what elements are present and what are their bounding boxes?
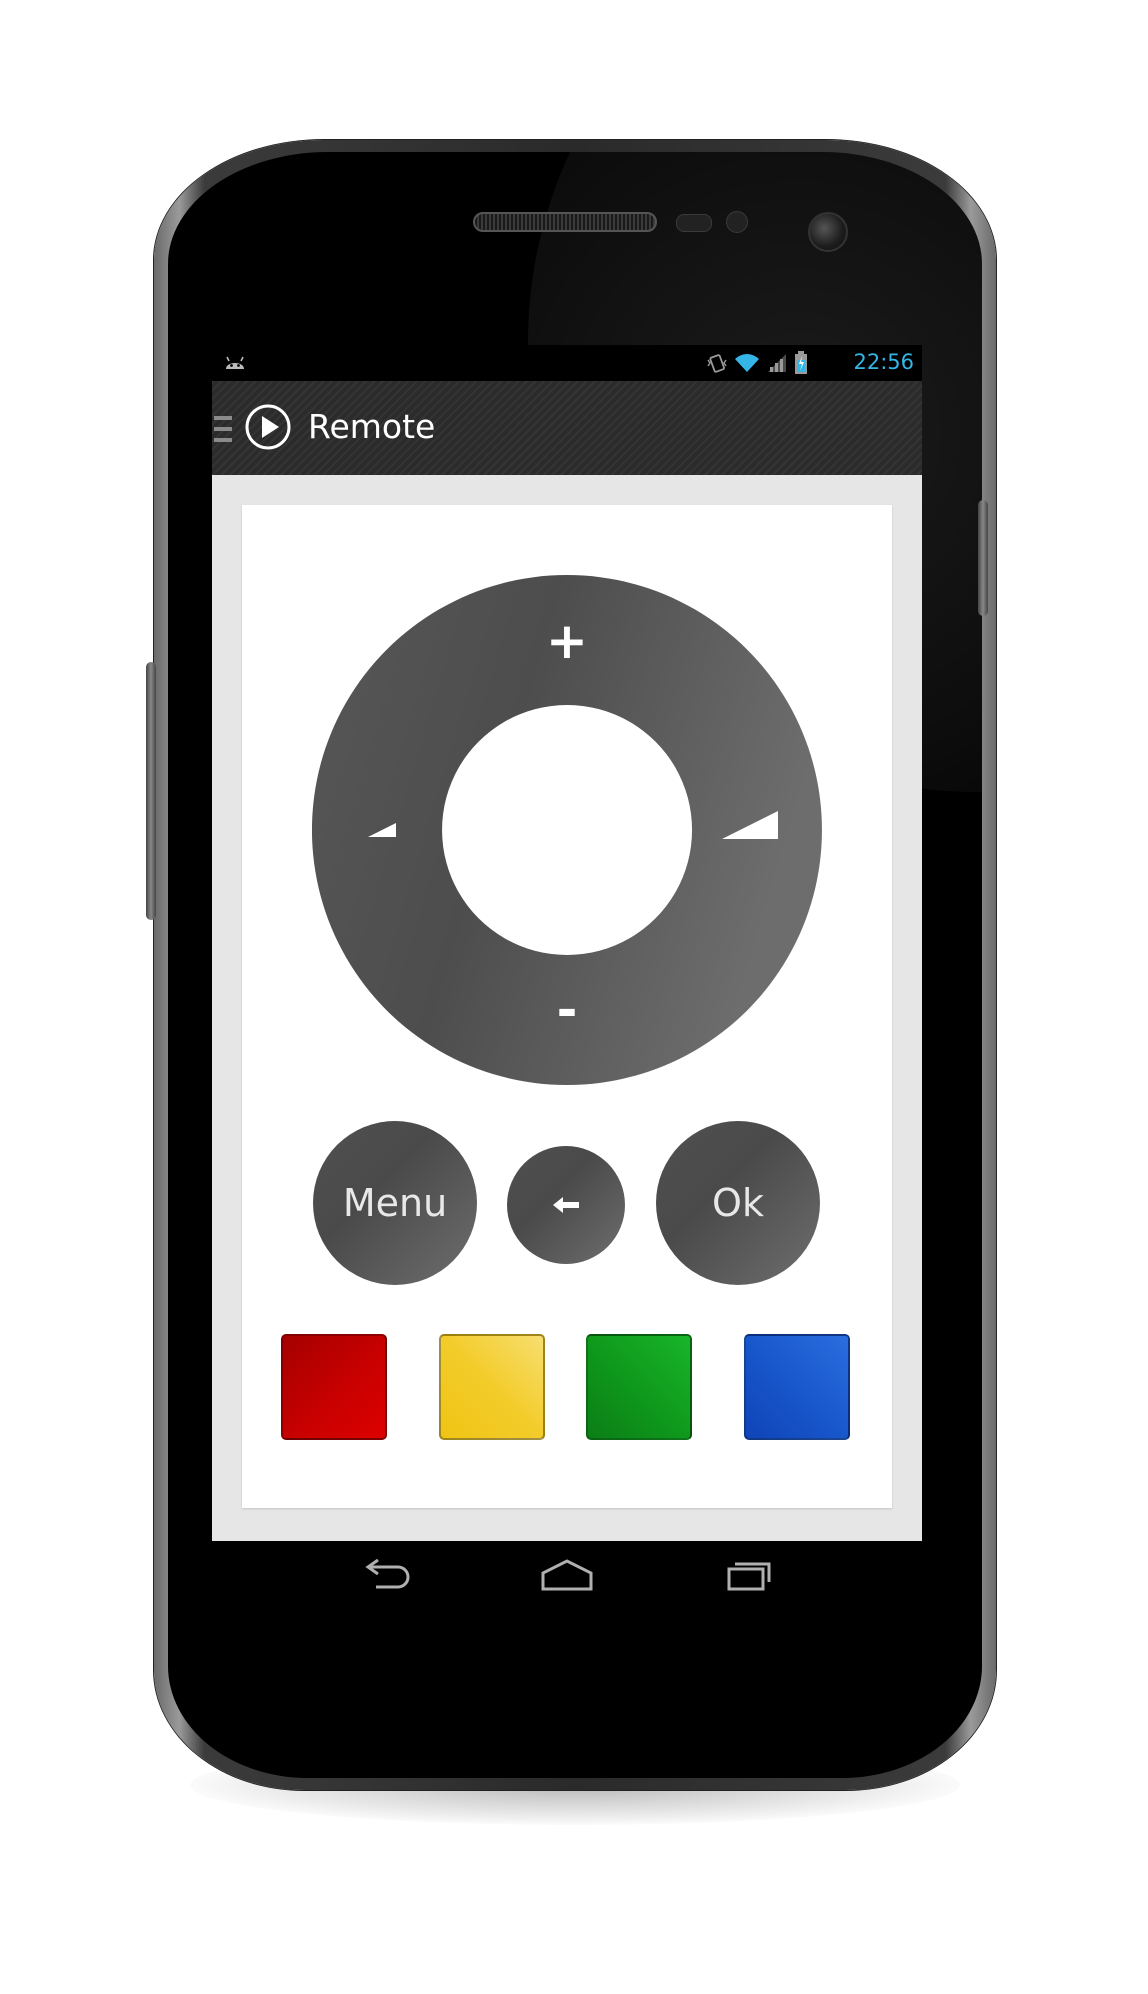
volume-down-label[interactable]: - (557, 981, 578, 1039)
home-icon[interactable] (537, 1555, 597, 1595)
power-button (978, 500, 988, 616)
proximity-sensor (676, 214, 712, 232)
green-button[interactable] (586, 1334, 692, 1440)
vibrate-icon (707, 354, 727, 373)
app-title: Remote (308, 407, 436, 446)
status-bar: 22:56 (212, 345, 922, 381)
battery-icon (795, 351, 807, 374)
earpiece-speaker (473, 212, 657, 232)
red-button[interactable] (281, 1334, 387, 1440)
back-icon[interactable] (354, 1555, 414, 1595)
direction-wheel: + - (312, 575, 822, 1085)
android-notification-icon (226, 356, 244, 369)
ok-button[interactable]: Ok (656, 1121, 820, 1285)
menu-button[interactable]: Menu (313, 1121, 477, 1285)
back-button[interactable] (507, 1146, 625, 1264)
navigation-bar (212, 1541, 922, 1607)
signal-icon (768, 354, 786, 372)
action-bar: Remote (212, 381, 922, 475)
drawer-icon[interactable] (212, 414, 234, 444)
center-button[interactable] (444, 707, 690, 953)
wifi-icon (735, 354, 759, 372)
volume-up-label[interactable]: + (546, 612, 588, 670)
front-camera (808, 212, 848, 252)
remote-panel: + - Menu Ok (242, 505, 892, 1508)
device-stage: 22:56 Remote + - Menu Ok (0, 0, 1148, 1994)
left-arrow-icon (553, 1197, 579, 1213)
light-sensor (726, 211, 748, 233)
play-circle-icon[interactable] (244, 403, 292, 451)
yellow-button[interactable] (439, 1334, 545, 1440)
status-icons (706, 351, 808, 375)
blue-button[interactable] (744, 1334, 850, 1440)
screen: 22:56 Remote + - Menu Ok (212, 345, 922, 1607)
volume-button (146, 662, 156, 920)
recents-icon[interactable] (717, 1555, 777, 1595)
ok-button-label: Ok (712, 1181, 764, 1225)
menu-button-label: Menu (342, 1181, 448, 1225)
status-clock: 22:56 (853, 350, 914, 374)
